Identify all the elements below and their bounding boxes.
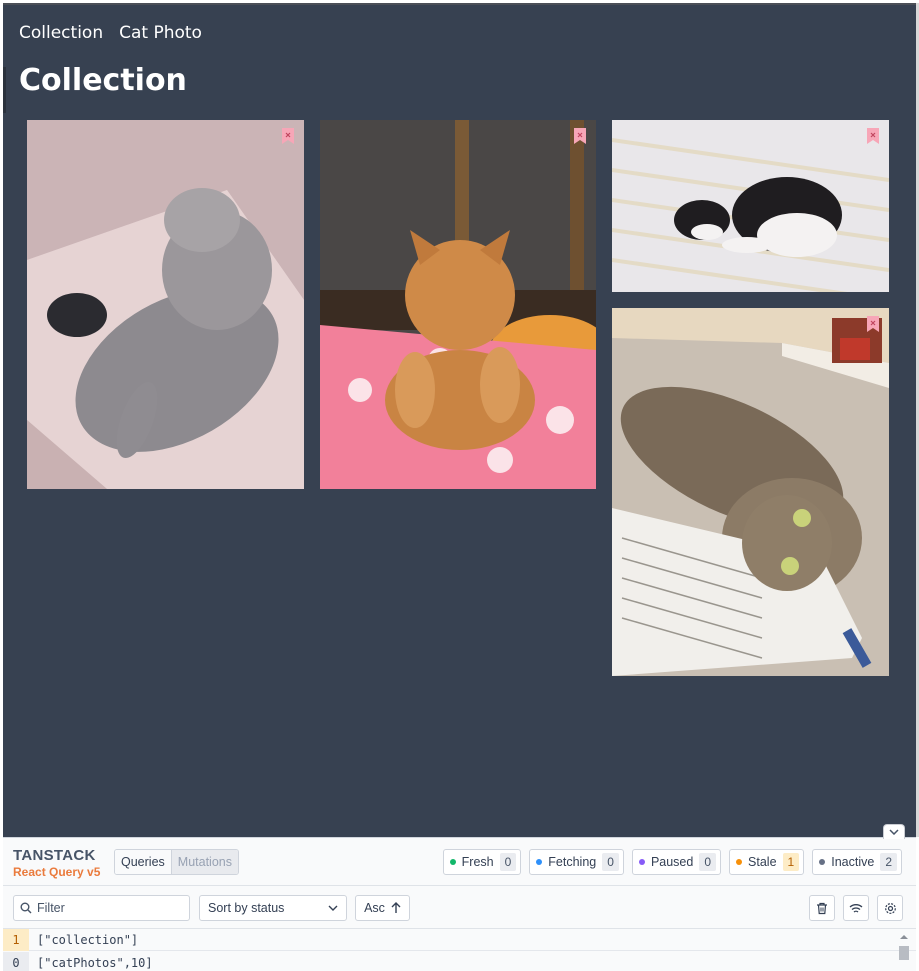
- status-label: Fresh: [461, 855, 494, 869]
- filter-field[interactable]: [13, 895, 190, 921]
- settings-button[interactable]: [877, 895, 903, 921]
- status-stale[interactable]: Stale 1: [729, 849, 805, 875]
- query-key: ["collection"]: [37, 932, 139, 947]
- status-count: 1: [782, 853, 800, 871]
- tab-mutations[interactable]: Mutations: [170, 850, 238, 874]
- query-row[interactable]: 1 ["collection"]: [3, 928, 916, 951]
- devtools-tabs: Queries Mutations: [114, 849, 239, 875]
- status-label: Paused: [650, 855, 694, 869]
- inactive-dot-icon: [819, 859, 826, 865]
- status-count: 0: [499, 853, 517, 871]
- status-count: 0: [699, 853, 717, 871]
- cat-photo-card[interactable]: [612, 308, 889, 676]
- fresh-dot-icon: [449, 859, 456, 865]
- paused-dot-icon: [638, 859, 645, 865]
- stale-dot-icon: [736, 859, 743, 865]
- app-main: Collection Cat Photo Collection: [3, 3, 916, 837]
- brand-title: TANSTACK: [13, 847, 96, 864]
- side-edge: [3, 67, 6, 113]
- cat-photo-image: [320, 120, 596, 489]
- query-list-scrollbar[interactable]: [898, 932, 910, 971]
- trash-icon: [817, 902, 827, 914]
- bookmark-icon[interactable]: [867, 316, 879, 332]
- mock-offline-button[interactable]: [843, 895, 869, 921]
- gear-icon: [884, 902, 896, 914]
- status-label: Stale: [748, 855, 777, 869]
- query-row[interactable]: 0 ["catPhotos",10]: [3, 952, 916, 971]
- devtools-toolbar: Sort by status Asc: [3, 887, 916, 929]
- clear-cache-button[interactable]: [809, 895, 835, 921]
- cat-photo-image: [612, 120, 889, 292]
- bookmark-icon[interactable]: [282, 128, 294, 144]
- sort-order-button[interactable]: Asc: [355, 895, 410, 921]
- status-count: 0: [602, 853, 619, 871]
- wifi-icon: [849, 903, 863, 913]
- query-observer-count: 1: [3, 928, 29, 951]
- bookmark-icon[interactable]: [574, 128, 586, 144]
- cat-photo-card[interactable]: [612, 120, 889, 292]
- devtools-brand[interactable]: TANSTACK React Query v5: [13, 847, 100, 879]
- sort-order-label: Asc: [364, 901, 385, 915]
- status-label: Fetching: [548, 855, 597, 869]
- query-status-counts: Fresh 0 Fetching 0 Paused 0 Stale 1 Inac…: [442, 849, 902, 875]
- top-nav: Collection Cat Photo: [19, 23, 202, 43]
- filter-input[interactable]: [37, 901, 177, 915]
- tab-queries[interactable]: Queries: [115, 850, 171, 874]
- page-title: Collection: [19, 63, 187, 98]
- arrow-up-icon: [391, 902, 401, 913]
- cat-photo-image: [27, 120, 304, 489]
- status-label: Inactive: [831, 855, 875, 869]
- query-devtools-panel: TANSTACK React Query v5 Queries Mutation…: [3, 824, 916, 971]
- sort-label: Sort by status: [208, 901, 285, 915]
- bookmark-icon[interactable]: [867, 128, 879, 144]
- search-icon: [20, 902, 32, 914]
- status-fetching[interactable]: Fetching 0: [529, 849, 624, 875]
- status-count: 2: [880, 853, 897, 871]
- cat-photo-card[interactable]: [320, 120, 596, 489]
- nav-link-cat-photo[interactable]: Cat Photo: [119, 23, 202, 43]
- fetching-dot-icon: [536, 859, 543, 865]
- status-fresh[interactable]: Fresh 0: [442, 849, 522, 875]
- nav-link-collection[interactable]: Collection: [19, 23, 103, 43]
- status-inactive[interactable]: Inactive 2: [812, 849, 902, 875]
- query-observer-count: 0: [3, 952, 29, 971]
- brand-subtitle: React Query v5: [13, 865, 101, 879]
- chevron-down-icon: [889, 829, 899, 835]
- chevron-down-icon: [328, 905, 338, 911]
- cat-photo-image: [612, 308, 889, 676]
- cat-photo-card[interactable]: [27, 120, 304, 489]
- query-key: ["catPhotos",10]: [37, 956, 153, 970]
- devtools-header: TANSTACK React Query v5 Queries Mutation…: [3, 838, 916, 886]
- devtools-collapse-button[interactable]: [883, 824, 905, 839]
- sort-select[interactable]: Sort by status: [199, 895, 347, 921]
- status-paused[interactable]: Paused 0: [631, 849, 722, 875]
